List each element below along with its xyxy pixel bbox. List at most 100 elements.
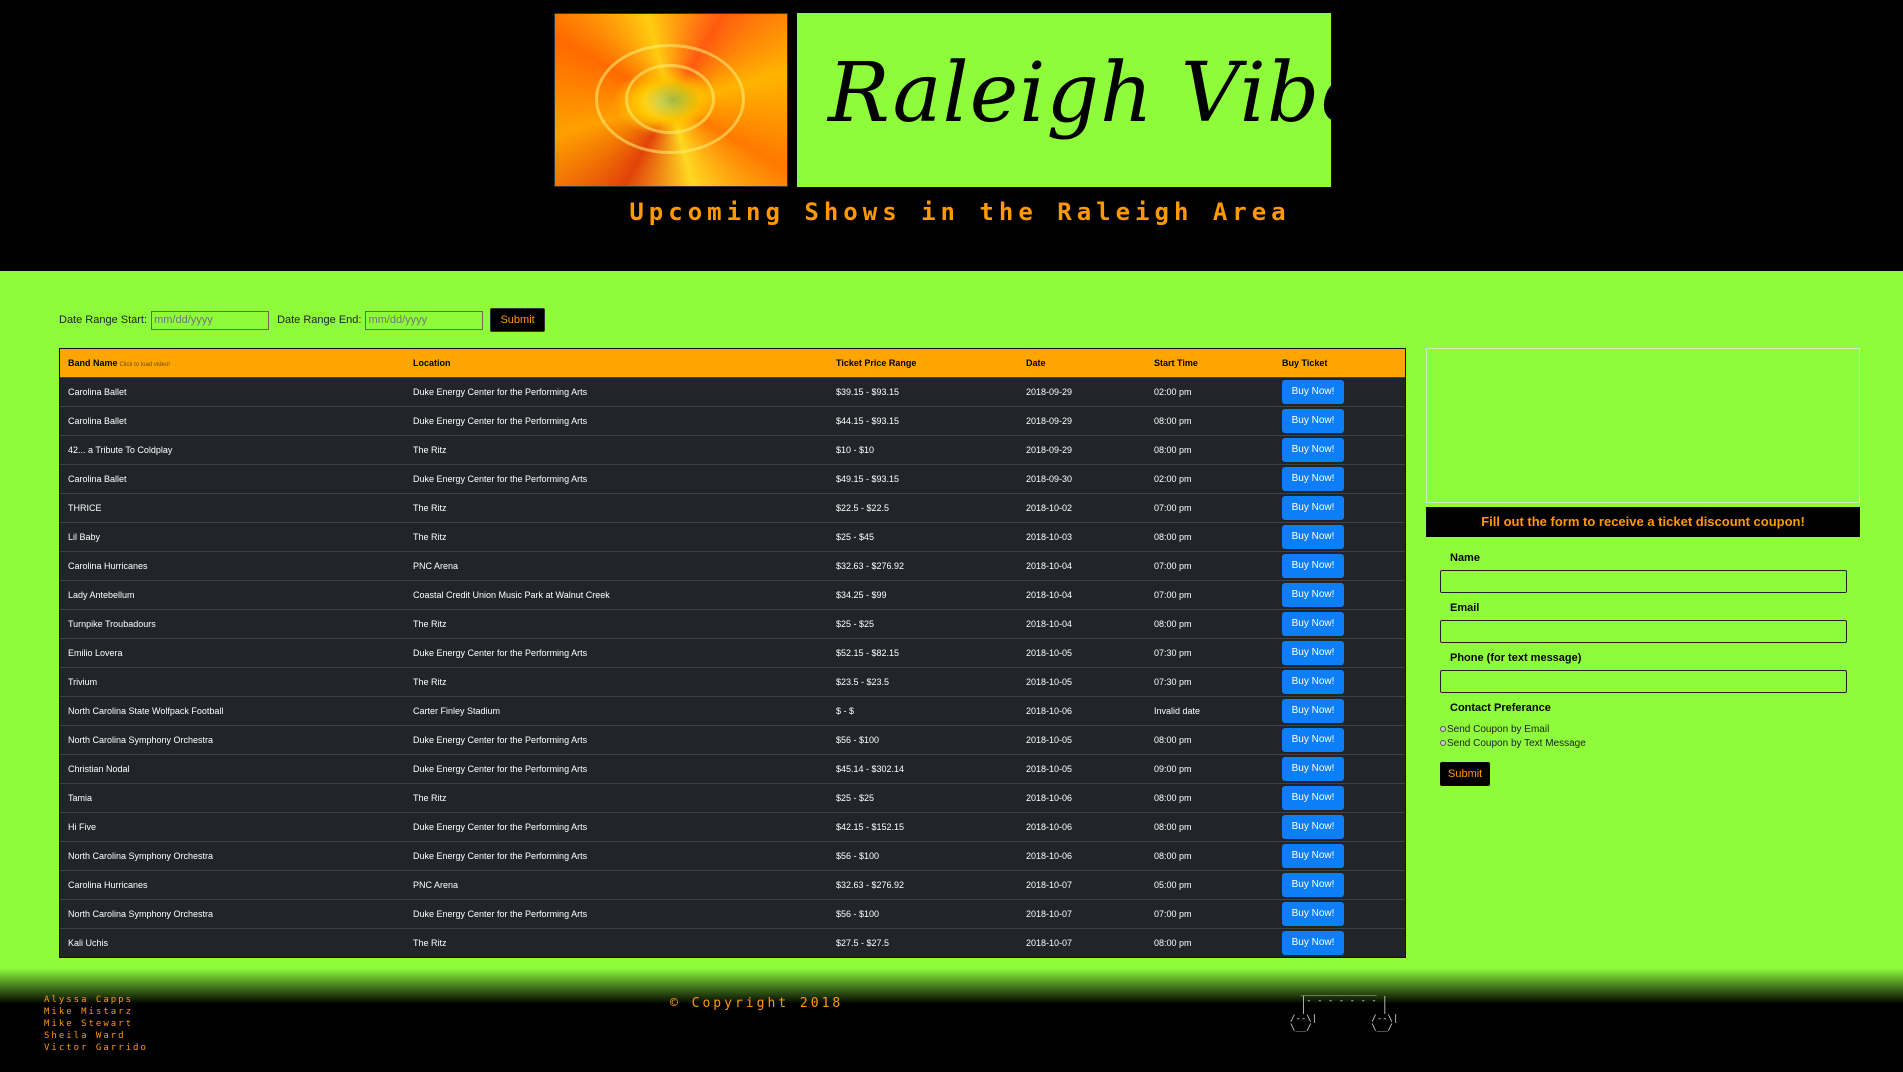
band-cell[interactable]: North Carolina Symphony Orchestra	[60, 899, 405, 928]
buy-now-button[interactable]: Buy Now!	[1282, 698, 1344, 723]
video-player-area[interactable]	[1426, 348, 1860, 503]
buy-cell: Buy Now!	[1274, 841, 1405, 870]
buy-now-button[interactable]: Buy Now!	[1282, 437, 1344, 462]
time-cell: 05:00 pm	[1154, 879, 1192, 890]
time-cell: 07:00 pm	[1154, 589, 1192, 600]
coupon-submit-button[interactable]: Submit	[1440, 762, 1491, 786]
buy-now-button[interactable]: Buy Now!	[1282, 553, 1344, 578]
date-cell: 2018-10-07	[1026, 879, 1073, 890]
buy-now-button[interactable]: Buy Now!	[1282, 901, 1344, 926]
table-row[interactable]: 42... a Tribute To Coldplay The Ritz $10 -…	[60, 435, 1405, 464]
band-cell[interactable]: North Carolina State Wolfpack Football	[60, 696, 405, 725]
date-end-input[interactable]	[365, 310, 484, 330]
buy-cell: Buy Now!	[1274, 667, 1405, 696]
time-cell: 09:00 pm	[1154, 763, 1192, 774]
band-cell[interactable]: Carolina Ballet	[60, 377, 405, 406]
band-cell[interactable]: THRICE	[60, 493, 405, 522]
location-cell: Duke Energy Center for the Performing Ar…	[413, 908, 588, 919]
date-cell: 2018-09-29	[1026, 415, 1073, 426]
table-row[interactable]: North Carolina Symphony Orchestra Duke En…	[60, 899, 1405, 928]
time-cell: 08:00 pm	[1154, 444, 1192, 455]
price-cell: $42.15 - $152.15	[836, 821, 905, 832]
table-row[interactable]: Emilio Lovera Duke Energy Center for the …	[60, 638, 1405, 667]
date-cell: 2018-10-04	[1026, 589, 1073, 600]
location-cell: Carter Finley Stadium	[413, 705, 501, 716]
buy-cell: Buy Now!	[1274, 522, 1405, 551]
shows-table: Band Name Click to load video! Location T…	[59, 348, 1406, 958]
band-cell[interactable]: North Carolina Symphony Orchestra	[60, 725, 405, 754]
table-row[interactable]: North Carolina Symphony Orchestra Duke En…	[60, 841, 1405, 870]
table-row[interactable]: Carolina Ballet Duke Energy Center for th…	[60, 406, 1405, 435]
filter-submit-button[interactable]: Submit	[490, 308, 545, 332]
table-row[interactable]: THRICE The Ritz $22.5 - $22.5 2018-10-02 07:…	[60, 493, 1405, 522]
band-cell[interactable]: Lady Antebellum	[60, 580, 405, 609]
table-row[interactable]: Turnpike Troubadours The Ritz $25 - $25 201…	[60, 609, 1405, 638]
table-row[interactable]: Lady Antebellum Coastal Credit Union Musi…	[60, 580, 1405, 609]
author-name: Mike Stewart	[44, 1019, 134, 1029]
time-cell: 02:00 pm	[1154, 386, 1192, 397]
band-cell[interactable]: Trivium	[60, 667, 405, 696]
radio-email-option[interactable]: Send Coupon by Email	[1440, 722, 1850, 736]
band-cell[interactable]: Lil Baby	[60, 522, 405, 551]
table-row[interactable]: Carolina Ballet Duke Energy Center for th…	[60, 464, 1405, 493]
buy-now-button[interactable]: Buy Now!	[1282, 495, 1344, 520]
radio-email[interactable]	[1440, 726, 1446, 732]
col-buy-ticket: Buy Ticket	[1282, 357, 1328, 368]
table-row[interactable]: Carolina Ballet Duke Energy Center for th…	[60, 377, 1405, 406]
date-cell: 2018-10-06	[1026, 705, 1073, 716]
buy-now-button[interactable]: Buy Now!	[1282, 640, 1344, 665]
radio-text-option[interactable]: Send Coupon by Text Message	[1440, 736, 1850, 750]
table-row[interactable]: Carolina Hurricanes PNC Arena $32.63 - $27…	[60, 551, 1405, 580]
buy-now-button[interactable]: Buy Now!	[1282, 669, 1344, 694]
table-row[interactable]: Tamia The Ritz $25 - $25 2018-10-06 08:00 pm…	[60, 783, 1405, 812]
band-cell[interactable]: Hi Five	[60, 812, 405, 841]
table-row[interactable]: Hi Five Duke Energy Center for the Perfor…	[60, 812, 1405, 841]
table-row[interactable]: Christian Nodal Duke Energy Center for th…	[60, 754, 1405, 783]
table-row[interactable]: Trivium The Ritz $23.5 - $23.5 2018-10-05 07…	[60, 667, 1405, 696]
buy-now-button[interactable]: Buy Now!	[1282, 611, 1344, 636]
price-cell: $34.25 - $99	[836, 589, 887, 600]
author-name: Mike Mistarz	[44, 1007, 134, 1017]
band-cell[interactable]: North Carolina Symphony Orchestra	[60, 841, 405, 870]
band-cell[interactable]: Carolina Ballet	[60, 464, 405, 493]
band-cell[interactable]: Emilio Lovera	[60, 638, 405, 667]
buy-now-button[interactable]: Buy Now!	[1282, 814, 1344, 839]
name-field[interactable]	[1440, 570, 1847, 593]
buy-now-button[interactable]: Buy Now!	[1282, 872, 1344, 897]
buy-cell: Buy Now!	[1274, 870, 1405, 899]
table-row[interactable]: Carolina Hurricanes PNC Arena $32.63 - $27…	[60, 870, 1405, 899]
table-row[interactable]: Kali Uchis The Ritz $27.5 - $27.5 2018-10-0…	[60, 928, 1405, 957]
band-cell[interactable]: Christian Nodal	[60, 754, 405, 783]
buy-now-button[interactable]: Buy Now!	[1282, 524, 1344, 549]
phone-field[interactable]	[1440, 670, 1847, 693]
band-cell[interactable]: Carolina Hurricanes	[60, 551, 405, 580]
table-row[interactable]: North Carolina Symphony Orchestra Duke En…	[60, 725, 1405, 754]
date-start-input[interactable]	[151, 310, 270, 330]
buy-now-button[interactable]: Buy Now!	[1282, 408, 1344, 433]
buy-now-button[interactable]: Buy Now!	[1282, 582, 1344, 607]
buy-now-button[interactable]: Buy Now!	[1282, 930, 1344, 955]
table-row[interactable]: North Carolina State Wolfpack Football Ca…	[60, 696, 1405, 725]
location-cell: Duke Energy Center for the Performing Ar…	[413, 415, 588, 426]
buy-now-button[interactable]: Buy Now!	[1282, 727, 1344, 752]
buy-now-button[interactable]: Buy Now!	[1282, 756, 1344, 781]
buy-now-button[interactable]: Buy Now!	[1282, 466, 1344, 491]
band-cell[interactable]: Kali Uchis	[60, 928, 405, 957]
date-cell: 2018-09-29	[1026, 444, 1073, 455]
radio-text[interactable]	[1440, 740, 1446, 746]
email-field[interactable]	[1440, 620, 1847, 643]
buy-now-button[interactable]: Buy Now!	[1282, 843, 1344, 868]
buy-now-button[interactable]: Buy Now!	[1282, 785, 1344, 810]
price-cell: $23.5 - $23.5	[836, 676, 890, 687]
time-cell: 07:30 pm	[1154, 647, 1192, 658]
price-cell: $49.15 - $93.15	[836, 473, 900, 484]
phone-label: Phone (for text message)	[1450, 652, 1582, 664]
buy-now-button[interactable]: Buy Now!	[1282, 379, 1344, 404]
band-cell[interactable]: Carolina Ballet	[60, 406, 405, 435]
table-row[interactable]: Lil Baby The Ritz $25 - $45 2018-10-03 08:00…	[60, 522, 1405, 551]
buy-cell: Buy Now!	[1274, 580, 1405, 609]
band-cell[interactable]: Turnpike Troubadours	[60, 609, 405, 638]
band-cell[interactable]: 42... a Tribute To Coldplay	[60, 435, 405, 464]
band-cell[interactable]: Carolina Hurricanes	[60, 870, 405, 899]
band-cell[interactable]: Tamia	[60, 783, 405, 812]
